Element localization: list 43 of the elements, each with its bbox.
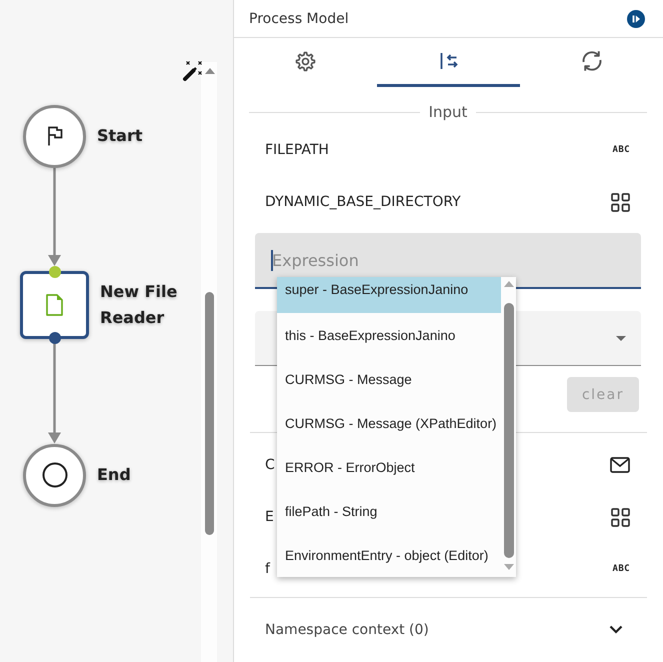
circle-icon — [42, 462, 68, 488]
suggestion-item[interactable]: this - BaseExpressionJanino — [277, 313, 501, 357]
task-node[interactable] — [20, 271, 89, 339]
file-icon — [46, 294, 63, 316]
type-label: ABC — [612, 564, 630, 574]
grid-icon — [611, 192, 630, 212]
node-label: Start — [97, 125, 143, 147]
gear-icon — [295, 50, 316, 72]
scroll-up-icon[interactable] — [504, 281, 514, 287]
start-node[interactable] — [23, 104, 86, 168]
text-cursor — [271, 250, 272, 271]
magic-wand-icon[interactable] — [182, 60, 204, 82]
grid-icon — [611, 508, 630, 526]
port-dot-icon[interactable] — [48, 332, 60, 344]
suggestion-item[interactable]: super - BaseExpressionJanino — [277, 277, 501, 313]
swap-arrows-icon — [440, 52, 458, 70]
end-node[interactable] — [23, 444, 86, 506]
type-label: ABC — [612, 145, 630, 155]
param-label: FILEPATH — [265, 142, 329, 158]
node-label: New File Reader — [100, 281, 178, 329]
param-label: DYNAMIC_BASE_DIRECTORY — [265, 194, 461, 210]
param-label: f — [265, 561, 270, 577]
scrollbar-thumb[interactable] — [205, 292, 214, 535]
suggestion-item[interactable]: EnvironmentEntry - object (Editor) — [277, 533, 501, 577]
caret-down-icon — [616, 336, 626, 340]
param-label: E — [265, 509, 274, 525]
scroll-down-icon[interactable] — [504, 564, 514, 570]
mail-icon — [610, 457, 630, 473]
port-dot-icon[interactable] — [48, 266, 60, 278]
suggestion-item[interactable]: ERROR - ErrorObject — [277, 445, 501, 489]
refresh-icon — [580, 49, 604, 73]
caret-up-icon[interactable] — [205, 68, 215, 74]
scrollbar-thumb[interactable] — [504, 303, 514, 558]
namespace-toggle[interactable]: Namespace context (0) — [250, 598, 647, 661]
param-label: C — [265, 457, 275, 473]
section-heading: Input — [428, 103, 468, 121]
play-circle-icon[interactable] — [627, 10, 645, 28]
panel-title: Process Model — [249, 10, 349, 26]
suggestion-item[interactable]: filePath - String — [277, 489, 501, 533]
suggestion-item[interactable]: CURMSG - Message (XPathEditor) — [277, 401, 501, 445]
flag-icon — [46, 126, 62, 146]
suggestion-item[interactable]: CURMSG - Message — [277, 357, 501, 401]
node-label: End — [97, 464, 131, 486]
